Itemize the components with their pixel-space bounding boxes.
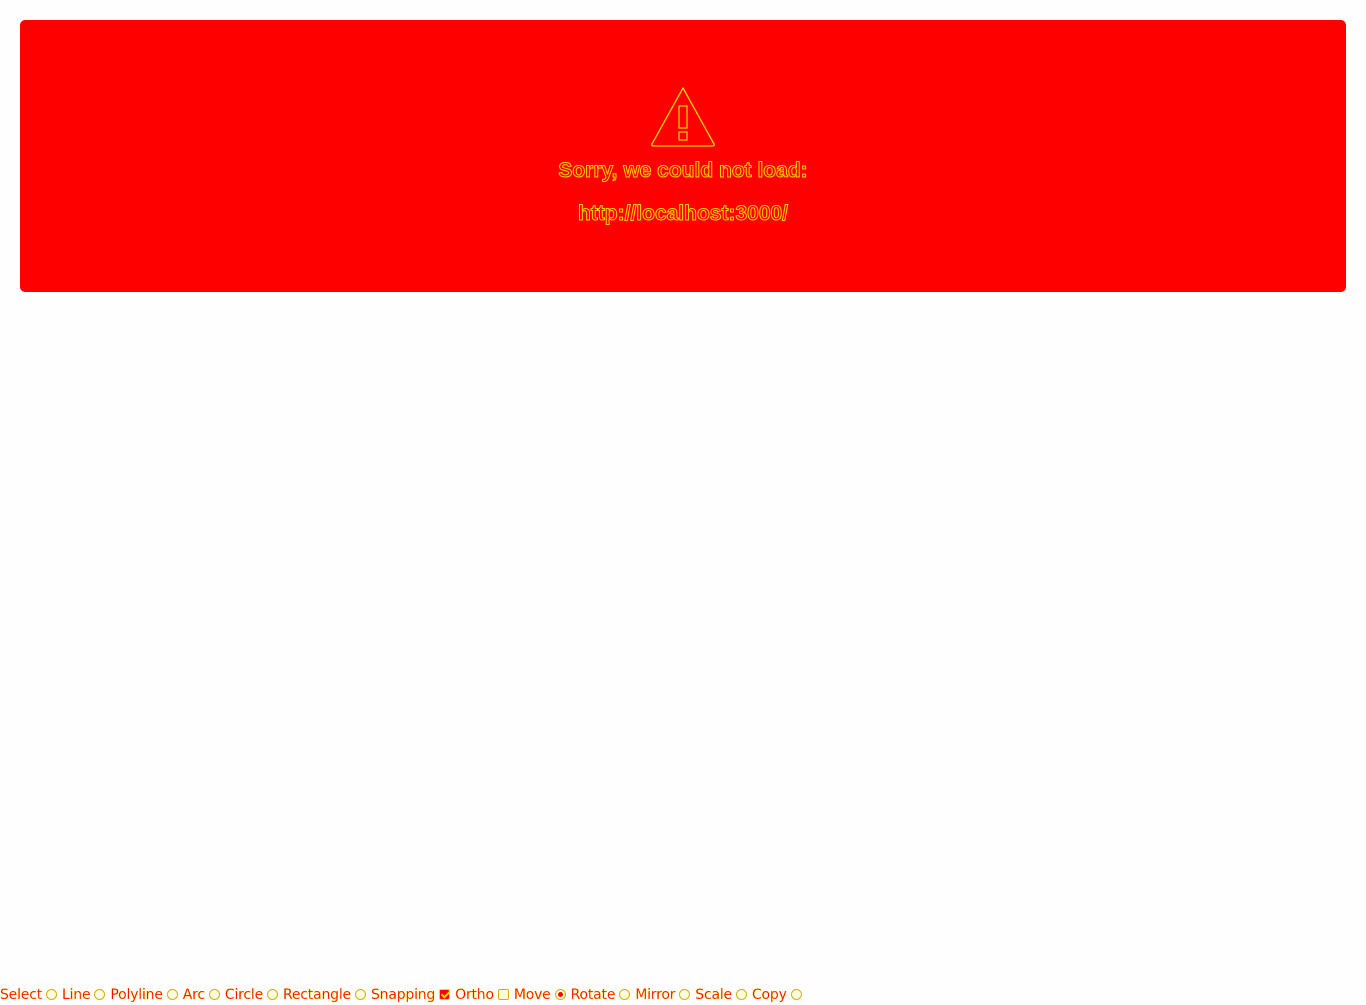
- tool-label-mirror: Mirror: [635, 986, 676, 1003]
- tool-radio-arc[interactable]: [208, 989, 220, 1000]
- tool-radio-scale[interactable]: [735, 989, 747, 1000]
- drawing-toolbar: Select Line Polyline Arc Circle Rectangle Snap…: [0, 984, 807, 1005]
- tool-radio-circle[interactable]: [267, 989, 278, 1000]
- tool-label-move: Move: [513, 986, 551, 1003]
- tool-label-polyline: Polyline: [110, 986, 163, 1003]
- error-url: http://localhost:3000/: [577, 202, 789, 226]
- tool-label-rectangle: Rectangle: [283, 986, 351, 1003]
- tool-radio-move[interactable]: [554, 989, 566, 1000]
- error-panel: [20, 20, 1346, 292]
- tool-label-rotate: Rotate: [570, 986, 616, 1003]
- tool-radio-copy[interactable]: [790, 989, 802, 1000]
- tool-label-select: Select: [0, 986, 42, 1003]
- tool-radio-polyline[interactable]: [166, 989, 178, 1000]
- tool-radio-rotate[interactable]: [619, 989, 631, 1000]
- tool-checkbox-snapping[interactable]: [439, 989, 451, 1000]
- tool-checkbox-ortho[interactable]: [497, 989, 509, 1000]
- tool-label-circle: Circle: [224, 986, 264, 1003]
- tool-label-scale: Scale: [695, 986, 732, 1003]
- tool-radio-select[interactable]: [46, 989, 57, 1000]
- warning-triangle-icon: [651, 87, 715, 147]
- error-message: Sorry, we could not load:: [558, 159, 808, 183]
- tool-label-arc: Arc: [182, 986, 206, 1003]
- tool-radio-rectangle[interactable]: [354, 989, 366, 1000]
- tool-label-snapping: Snapping: [370, 986, 436, 1003]
- tool-radio-mirror[interactable]: [679, 989, 691, 1000]
- tool-label-line: Line: [62, 986, 91, 1003]
- tool-radio-line[interactable]: [94, 989, 106, 1000]
- tool-label-ortho: Ortho: [455, 986, 494, 1003]
- tool-label-copy: Copy: [751, 986, 787, 1003]
